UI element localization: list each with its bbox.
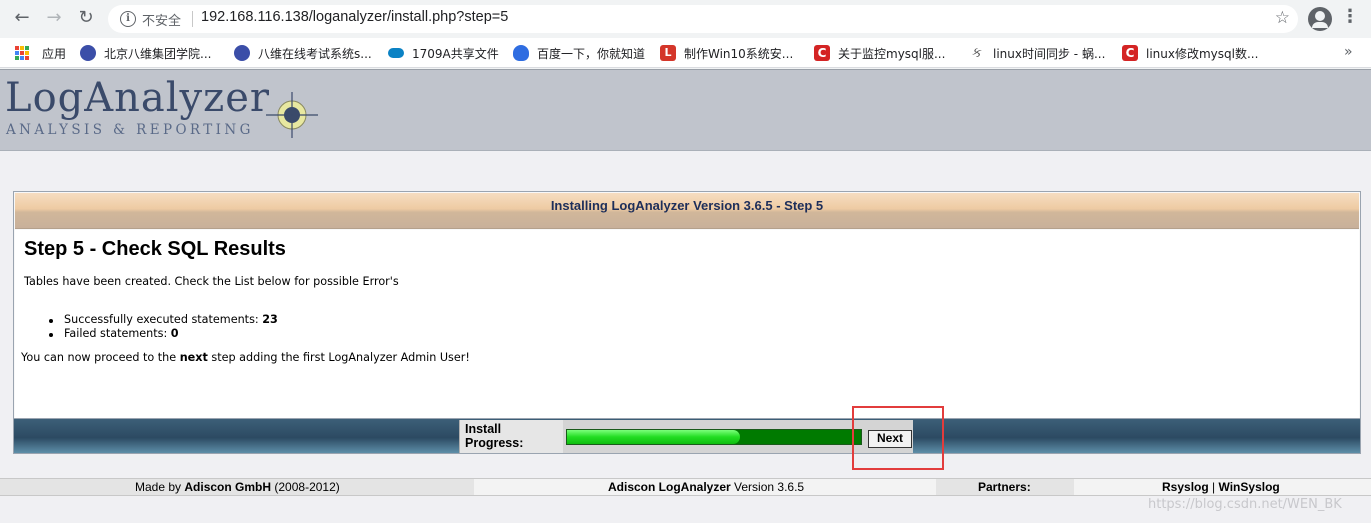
footer-product-cell: Adiscon LogAnalyzer Version 3.6.5 <box>474 479 936 495</box>
failed-count: 0 <box>170 327 179 340</box>
bookmark-item[interactable]: 1709A共享文件 <box>388 44 499 62</box>
installer-title-bar: Installing LogAnalyzer Version 3.6.5 - S… <box>15 193 1359 229</box>
intro-text: Tables have been created. Check the List… <box>24 275 399 288</box>
back-arrow-icon[interactable]: ← <box>10 6 34 30</box>
c-icon: C <box>814 45 830 61</box>
reload-icon[interactable]: ↻ <box>74 6 98 30</box>
forward-arrow-icon[interactable]: → <box>42 6 66 30</box>
bookmarks-bar: 应用 北京八维集团学院... 八维在线考试系统s... 1709A共享文件 百度… <box>0 38 1371 68</box>
bookmarks-overflow-icon[interactable]: » <box>1344 44 1353 60</box>
address-bar[interactable]: i 不安全 192.168.116.138/loganalyzer/instal… <box>108 5 1298 33</box>
progress-strip: Install Progress: Next <box>13 418 1361 454</box>
address-separator <box>192 11 193 27</box>
installer-panel: Installing LogAnalyzer Version 3.6.5 - S… <box>13 191 1361 454</box>
footer: Made by Adiscon GmbH (2008-2012) Adiscon… <box>0 478 1371 496</box>
bullet-icon <box>49 333 53 337</box>
bookmark-star-icon[interactable]: ☆ <box>1275 8 1290 28</box>
bookmark-label: 制作Win10系统安... <box>684 46 794 61</box>
highlight-annotation <box>852 406 944 470</box>
crosshair-logo-icon <box>266 92 318 138</box>
bookmark-item[interactable]: C linux修改mysql数... <box>1122 44 1258 62</box>
bookmark-label: linux修改mysql数... <box>1146 46 1259 61</box>
globe-icon <box>234 45 250 61</box>
bookmark-label: 应用 <box>42 46 67 61</box>
bookmark-item[interactable]: 八维在线考试系统s... <box>234 44 372 62</box>
bookmark-label: 百度一下，你就知道 <box>537 46 646 61</box>
proceed-bold: next <box>179 351 208 364</box>
bookmark-label: 关于监控mysql服... <box>838 46 946 61</box>
installer-title: Installing LogAnalyzer Version 3.6.5 - S… <box>550 198 824 213</box>
proceed-prefix: You can now proceed to the <box>21 351 177 364</box>
logo-title: LogAnalyzer <box>5 75 271 121</box>
made-by-company[interactable]: Adiscon GmbH <box>184 480 271 494</box>
progress-label-line1: Install <box>465 422 502 436</box>
success-statement: Successfully executed statements: 23 <box>64 313 278 326</box>
partners-label: Partners: <box>978 480 1031 494</box>
insecure-label[interactable]: 不安全 <box>142 10 181 29</box>
footer-product: Adiscon LogAnalyzer Version 3.6.5 <box>608 480 804 494</box>
product-name[interactable]: Adiscon LogAnalyzer <box>608 480 731 494</box>
bookmark-label: linux时间同步 - 蜗... <box>993 46 1106 61</box>
cloud-icon <box>388 48 404 58</box>
bookmark-apps[interactable]: 应用 <box>14 44 66 62</box>
bookmark-item[interactable]: 北京八维集团学院... <box>80 44 211 62</box>
bookmark-label: 1709A共享文件 <box>412 46 499 61</box>
success-label: Successfully executed statements: <box>64 313 259 326</box>
partner-separator: | <box>1212 480 1216 494</box>
partner-winsyslog-link[interactable]: WinSyslog <box>1219 480 1280 494</box>
bullet-icon <box>49 319 53 323</box>
profile-avatar-icon[interactable] <box>1308 7 1332 31</box>
c-icon: C <box>1122 45 1138 61</box>
bookmark-item[interactable]: 百度一下，你就知道 <box>513 44 645 62</box>
failed-label: Failed statements: <box>64 327 168 340</box>
bookmark-item[interactable]: ક linux时间同步 - 蜗... <box>969 44 1105 62</box>
proceed-suffix: step adding the first LogAnalyzer Admin … <box>211 351 470 364</box>
info-icon[interactable]: i <box>120 11 136 27</box>
footer-partners: Rsyslog | WinSyslog <box>1162 480 1280 494</box>
bookmark-item[interactable]: L 制作Win10系统安... <box>660 44 793 62</box>
made-by-years: (2008-2012) <box>274 480 340 494</box>
bookmark-label: 北京八维集团学院... <box>104 46 212 61</box>
progress-label-cell: Install Progress: <box>459 420 563 453</box>
apps-grid-icon <box>14 45 30 61</box>
logo-subtitle: ANALYSIS & REPORTING <box>6 122 254 138</box>
url-text[interactable]: 192.168.116.138/loganalyzer/install.php?… <box>201 9 508 25</box>
progress-label: Install Progress: <box>465 422 523 450</box>
success-count: 23 <box>262 313 278 326</box>
footer-partners-cell: Rsyslog | WinSyslog <box>1074 479 1371 495</box>
browser-toolbar: ← → ↻ i 不安全 192.168.116.138/loganalyzer/… <box>0 0 1371 38</box>
bookmark-item[interactable]: C 关于监控mysql服... <box>814 44 945 62</box>
proceed-text: You can now proceed to the next step add… <box>21 351 470 364</box>
globe-icon <box>80 45 96 61</box>
partner-rsyslog-link[interactable]: Rsyslog <box>1162 480 1209 494</box>
progress-label-line2: Progress: <box>465 436 524 450</box>
watermark: https://blog.csdn.net/WEN_BK <box>1148 497 1342 512</box>
footer-made-by: Made by Adiscon GmbH (2008-2012) <box>135 480 340 494</box>
step-heading: Step 5 - Check SQL Results <box>24 238 286 260</box>
made-by-prefix: Made by <box>135 480 182 494</box>
failed-statement: Failed statements: 0 <box>64 327 179 340</box>
header-banner: LogAnalyzer ANALYSIS & REPORTING <box>0 69 1371 151</box>
baidu-icon <box>513 45 529 61</box>
progress-bar <box>566 429 862 445</box>
progress-fill <box>567 430 740 444</box>
l-icon: L <box>660 45 676 61</box>
bookmark-label: 八维在线考试系统s... <box>258 46 372 61</box>
browser-menu-icon[interactable]: ⋮ <box>1340 6 1360 30</box>
snail-icon: ક <box>972 45 982 61</box>
product-version: Version 3.6.5 <box>734 480 805 494</box>
